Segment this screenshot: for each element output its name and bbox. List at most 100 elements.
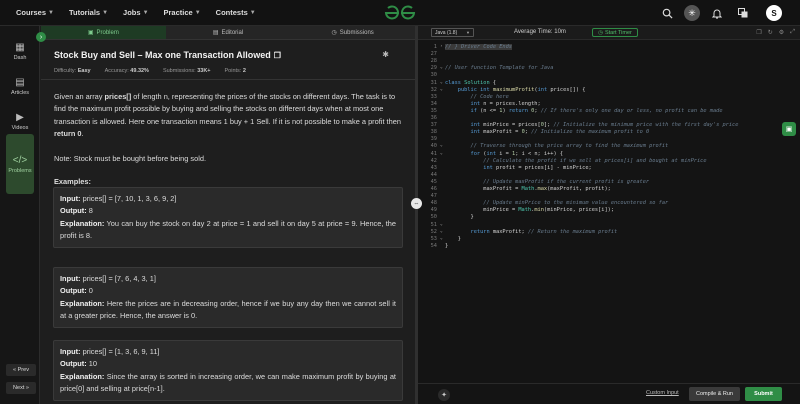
nav-courses[interactable]: Courses ▼ — [16, 8, 54, 17]
code-line[interactable]: int n = prices.length; — [445, 101, 541, 107]
code-line[interactable]: // Traverse through the price array to f… — [445, 143, 669, 149]
play-icon: ▶ — [16, 111, 24, 123]
code-line[interactable]: } — [445, 243, 448, 249]
copy-icon[interactable]: ❐ — [756, 29, 761, 36]
fold-chevron-icon[interactable]: ⌄ — [440, 65, 443, 70]
code-line[interactable]: // Update maxProfit if the current profi… — [445, 179, 649, 185]
bulb-icon[interactable]: ✦ — [438, 389, 450, 401]
line-number: 30 — [430, 72, 437, 79]
nav-tutorials-label: Tutorials — [68, 8, 101, 17]
line-number: 1 — [433, 44, 437, 50]
code-line[interactable]: } — [445, 214, 474, 220]
nav-practice[interactable]: Practice ▼ — [164, 8, 201, 17]
bookmark-icon[interactable]: ❐ — [274, 51, 281, 60]
submissions-value: 33K+ — [197, 68, 211, 74]
code-line[interactable]: // Code here — [445, 94, 509, 100]
chat-icon[interactable]: ▣ — [782, 122, 796, 136]
code-line[interactable]: if (n <= 1) return 0; // If there's only… — [445, 108, 723, 114]
code-line[interactable]: public int maximumProfit(int prices[]) { — [445, 87, 586, 93]
code-line[interactable]: } — [445, 236, 461, 242]
nav-contests[interactable]: Contests ▼ — [216, 8, 256, 17]
difficulty-value: Easy — [77, 68, 91, 74]
code-line[interactable]: // Calculate the profit if we sell at pr… — [445, 158, 706, 164]
line-number: 39 — [430, 136, 437, 143]
line-number: 45 — [430, 178, 437, 185]
line-number: 48 — [430, 200, 437, 207]
start-timer-button[interactable]: ◷ Start Timer — [592, 28, 638, 37]
page-title: Stock Buy and Sell – Max one Transaction… — [54, 50, 281, 60]
avatar[interactable]: S — [766, 5, 782, 21]
line-number: 44 — [430, 171, 437, 178]
geeksforgeeks-logo-icon[interactable] — [384, 5, 416, 21]
sidebar-item-label: Problems — [8, 167, 32, 174]
problem-title: Stock Buy and Sell – Max one Transaction… — [54, 50, 271, 60]
drag-handle-icon[interactable]: ⇔ — [411, 198, 422, 209]
custom-input-link[interactable]: Custom Input — [646, 390, 679, 396]
chevron-down-icon: ▼ — [142, 9, 149, 16]
code-line[interactable]: // } Driver Code Ends — [445, 44, 512, 50]
tab-problem[interactable]: ▣ Problem — [41, 26, 166, 39]
example-explanation: Explanation: You can buy the stock on da… — [60, 218, 396, 243]
search-icon[interactable] — [658, 4, 676, 22]
code-line[interactable]: for (int i = 1; i < n; i++) { — [445, 151, 564, 157]
output-value: 0 — [88, 286, 93, 296]
line-number: 46 — [430, 186, 437, 192]
sidebar-item-videos[interactable]: ▶ Videos — [6, 106, 34, 136]
average-time: Average Time: 10m — [514, 29, 566, 35]
code-editor-panel: Java (1.8) ▼ Average Time: 10m ◷ Start Tim… — [418, 26, 800, 404]
collapse-sidebar-icon[interactable]: › — [36, 32, 46, 42]
sidebar-item-dash[interactable]: ▦ Dash — [6, 36, 34, 66]
chevron-down-icon: ▼ — [194, 9, 201, 16]
editor-footer: ✦ Custom Input Compile & Run Submit — [418, 383, 800, 404]
bug-report-icon[interactable]: ✱ — [382, 50, 389, 59]
code-line[interactable]: int minPrice = prices[0]; // Initialize … — [445, 122, 739, 128]
output-label: Output: — [60, 359, 87, 369]
code-line[interactable]: class Solution { — [445, 80, 496, 86]
theme-toggle-icon[interactable]: ✳ — [684, 5, 700, 21]
prev-button[interactable]: « Prev — [6, 364, 36, 376]
code-area[interactable]: 1 ›// } Driver Code Ends 27 28 29 ⌄// User fu… — [418, 42, 800, 372]
line-number: 29 — [430, 65, 437, 72]
line-number: 49 — [430, 207, 437, 214]
fold-chevron-icon[interactable]: › — [440, 44, 443, 49]
settings-icon[interactable]: ⚙ — [779, 29, 784, 36]
submissions-label: Submissions: — [162, 68, 196, 74]
sidebar-item-problems[interactable]: </> Problems — [6, 134, 34, 194]
code-line[interactable]: minPrice = Math.min(minPrice, prices[i])… — [445, 207, 614, 213]
code-line[interactable]: return maxProfit; // Return the maximum … — [445, 229, 618, 235]
tab-editorial[interactable]: ▤ Editorial — [166, 26, 291, 39]
example-output: Output: 8 — [60, 205, 396, 217]
tab-submissions[interactable]: ◷ Submissions — [290, 26, 415, 39]
problem-meta: Difficulty: Easy Accuracy: 49.32% Submis… — [54, 68, 246, 74]
fullscreen-icon[interactable]: ⤢ — [790, 29, 795, 36]
line-number: 27 — [430, 51, 437, 58]
compile-run-button[interactable]: Compile & Run — [689, 387, 740, 401]
code-line[interactable]: maxProfit = Math.max(maxProfit, profit); — [445, 186, 611, 192]
fold-chevron-icon[interactable]: ⌄ — [440, 229, 443, 234]
reset-icon[interactable]: ↻ — [768, 29, 773, 36]
nav-jobs[interactable]: Jobs ▼ — [123, 8, 148, 17]
nav-tutorials[interactable]: Tutorials ▼ — [69, 8, 108, 17]
code-line[interactable]: int profit = prices[i] - minPrice; — [445, 165, 591, 171]
language-select[interactable]: Java (1.8) ▼ — [431, 28, 474, 37]
fold-chevron-icon[interactable]: ⌄ — [440, 143, 443, 148]
fold-chevron-icon[interactable]: ⌄ — [440, 87, 443, 92]
fold-chevron-icon[interactable]: ⌄ — [440, 151, 443, 156]
input-value: prices[] = [7, 10, 1, 3, 6, 9, 2] — [82, 194, 177, 203]
examples-heading: Examples: — [54, 177, 91, 186]
code-line[interactable]: // Update minPrice to the minimum value … — [445, 200, 668, 206]
fold-chevron-icon[interactable]: ⌄ — [440, 236, 443, 241]
translate-icon[interactable] — [734, 4, 752, 22]
fold-chevron-icon[interactable]: ⌄ — [440, 222, 443, 227]
submit-button[interactable]: Submit — [745, 387, 782, 401]
top-icons: ✳ S — [658, 0, 800, 26]
code-line[interactable]: int maxProfit = 0; // Initialize the max… — [445, 129, 650, 135]
bell-icon[interactable] — [708, 4, 726, 22]
sidebar-item-articles[interactable]: ▤ Articles — [6, 71, 34, 101]
example-output: Output: 10 — [60, 358, 396, 370]
divider — [41, 79, 415, 80]
problem-icon: ▣ — [87, 30, 94, 36]
code-line[interactable]: // User function Template for Java — [445, 65, 553, 71]
fold-chevron-icon[interactable]: ⌄ — [440, 80, 443, 85]
next-button[interactable]: Next » — [6, 382, 36, 394]
